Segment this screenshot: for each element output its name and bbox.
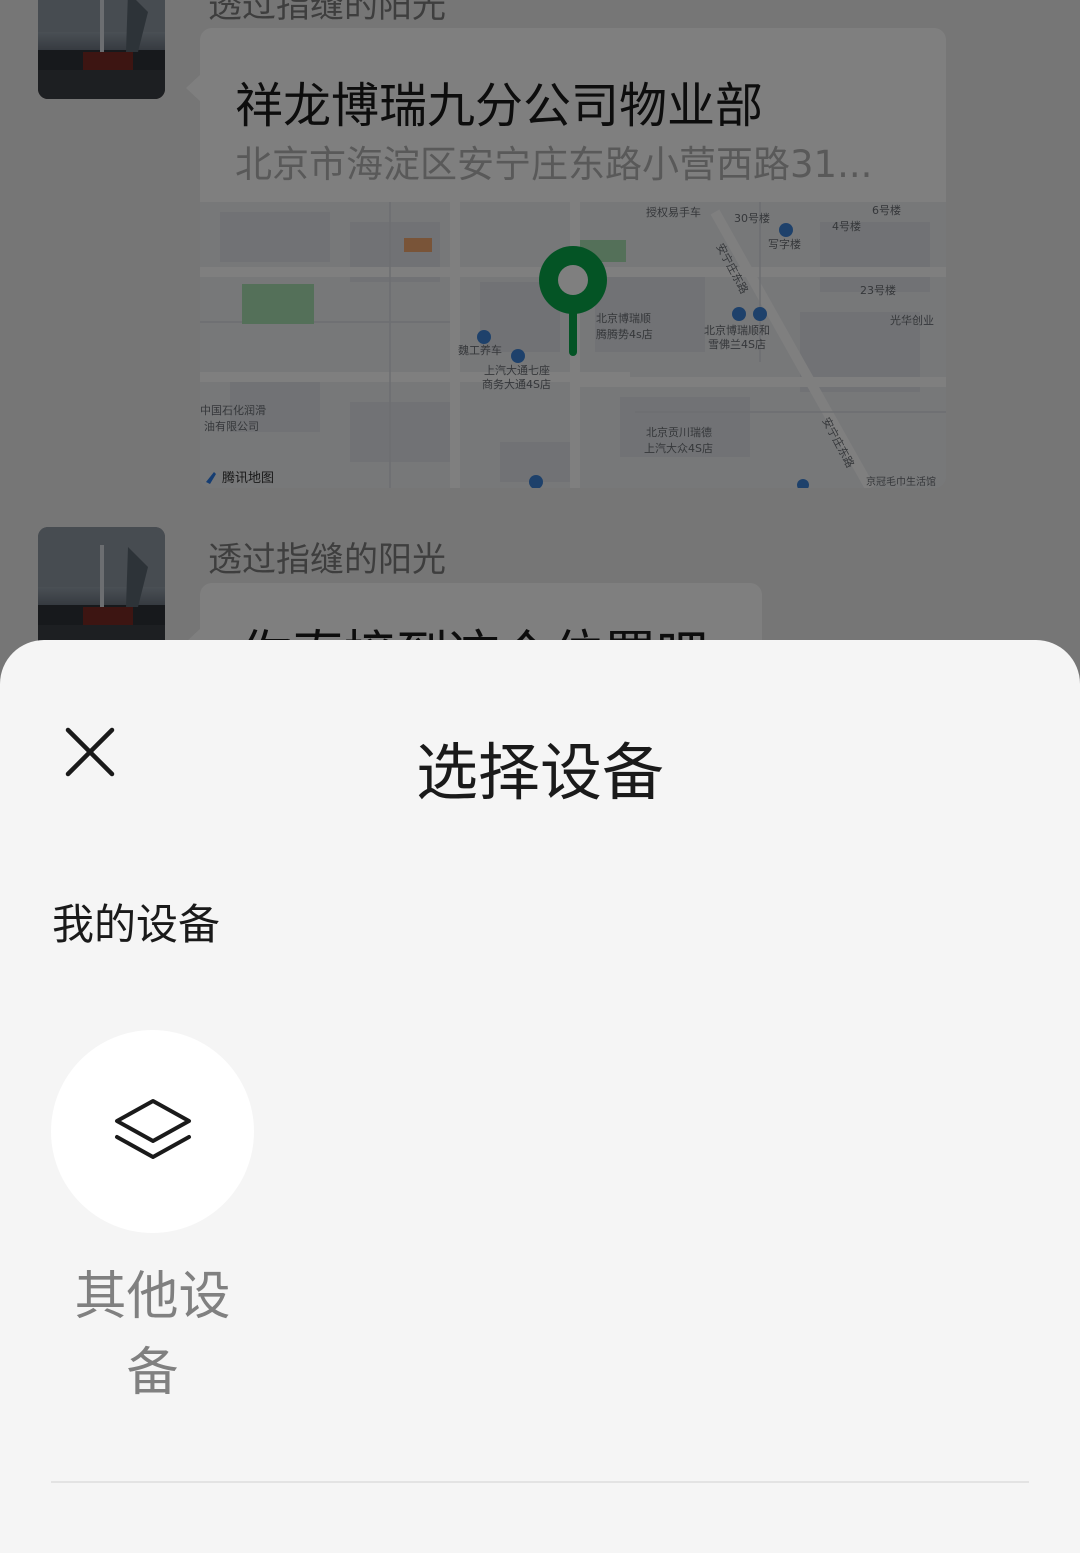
- layers-icon: [114, 1098, 191, 1159]
- section-label-my-devices: 我的设备: [52, 900, 221, 949]
- divider: [51, 1481, 1029, 1483]
- device-icon-button[interactable]: [51, 1030, 254, 1233]
- device-label: 其他设备: [74, 1267, 231, 1403]
- sheet-title: 选择设备: [415, 736, 664, 809]
- device-item-other[interactable]: 其他设备: [51, 1030, 254, 1411]
